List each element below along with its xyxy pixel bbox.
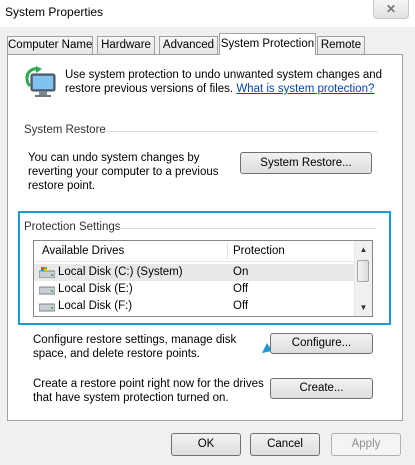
- scroll-down-icon[interactable]: ▼: [355, 299, 372, 316]
- tab-label: System Protection: [220, 38, 315, 50]
- drive-protection-status: Off: [233, 283, 249, 295]
- drive-row[interactable]: Local Disk (C:) (System) On: [34, 264, 355, 281]
- drive-name: Local Disk (E:): [58, 283, 133, 295]
- column-header-available-drives[interactable]: Available Drives: [42, 245, 124, 257]
- scroll-thumb[interactable]: [357, 260, 369, 282]
- disk-drive-icon: [39, 286, 55, 295]
- drive-protection-status: On: [233, 266, 249, 278]
- tab-label: Computer Name: [8, 39, 93, 51]
- system-restore-group-label: System Restore: [24, 124, 106, 136]
- drive-protection-status: Off: [233, 300, 249, 312]
- system-restore-button[interactable]: System Restore...: [240, 152, 372, 174]
- vertical-scrollbar[interactable]: ▲ ▼: [354, 241, 372, 316]
- title-bar[interactable]: System Properties ✕: [0, 0, 415, 27]
- available-drives-list[interactable]: Available Drives Protection Local Disk (…: [33, 240, 373, 317]
- close-icon: ✕: [385, 2, 397, 16]
- system-properties-window: System Properties ✕ Computer Name Hardwa…: [0, 0, 415, 465]
- tab-advanced[interactable]: Advanced: [159, 36, 218, 54]
- configure-description: Configure restore settings, manage disk …: [33, 334, 237, 360]
- cancel-button[interactable]: Cancel: [250, 433, 320, 456]
- tab-computer-name[interactable]: Computer Name: [7, 36, 93, 54]
- tab-hardware[interactable]: Hardware: [97, 36, 155, 54]
- system-drive-icon: [39, 267, 55, 278]
- drive-name: Local Disk (F:): [58, 300, 133, 312]
- group-separator: [106, 131, 378, 132]
- drive-row[interactable]: Local Disk (E:) Off: [34, 281, 355, 298]
- system-protection-icon: [25, 66, 56, 97]
- tab-system-protection[interactable]: System Protection: [219, 33, 316, 55]
- tab-label: Advanced: [162, 39, 215, 51]
- drive-row[interactable]: Local Disk (F:) Off: [34, 298, 355, 315]
- group-separator: [118, 228, 376, 229]
- drive-name: Local Disk (C:) (System): [58, 266, 183, 278]
- configure-button[interactable]: Configure...: [270, 333, 373, 354]
- intro-text: Use system protection to undo unwanted s…: [65, 68, 385, 96]
- disk-drive-icon: [39, 303, 55, 312]
- scroll-up-icon[interactable]: ▲: [355, 241, 372, 258]
- apply-button[interactable]: Apply: [331, 433, 401, 456]
- ok-button[interactable]: OK: [171, 433, 241, 456]
- create-button[interactable]: Create...: [270, 378, 373, 399]
- what-is-system-protection-link[interactable]: What is system protection?: [236, 83, 374, 95]
- tab-label: Remote: [320, 39, 362, 51]
- column-header-protection[interactable]: Protection: [233, 245, 285, 257]
- list-header: Available Drives Protection: [34, 241, 355, 262]
- tab-label: Hardware: [101, 39, 151, 51]
- close-button[interactable]: ✕: [373, 0, 409, 19]
- create-description: Create a restore point right now for the…: [33, 378, 264, 404]
- tab-remote[interactable]: Remote: [317, 36, 365, 54]
- column-divider[interactable]: [227, 243, 228, 259]
- protection-settings-group-label: Protection Settings: [24, 221, 121, 233]
- window-title: System Properties: [5, 5, 104, 19]
- system-restore-description: You can undo system changes by reverting…: [28, 152, 219, 192]
